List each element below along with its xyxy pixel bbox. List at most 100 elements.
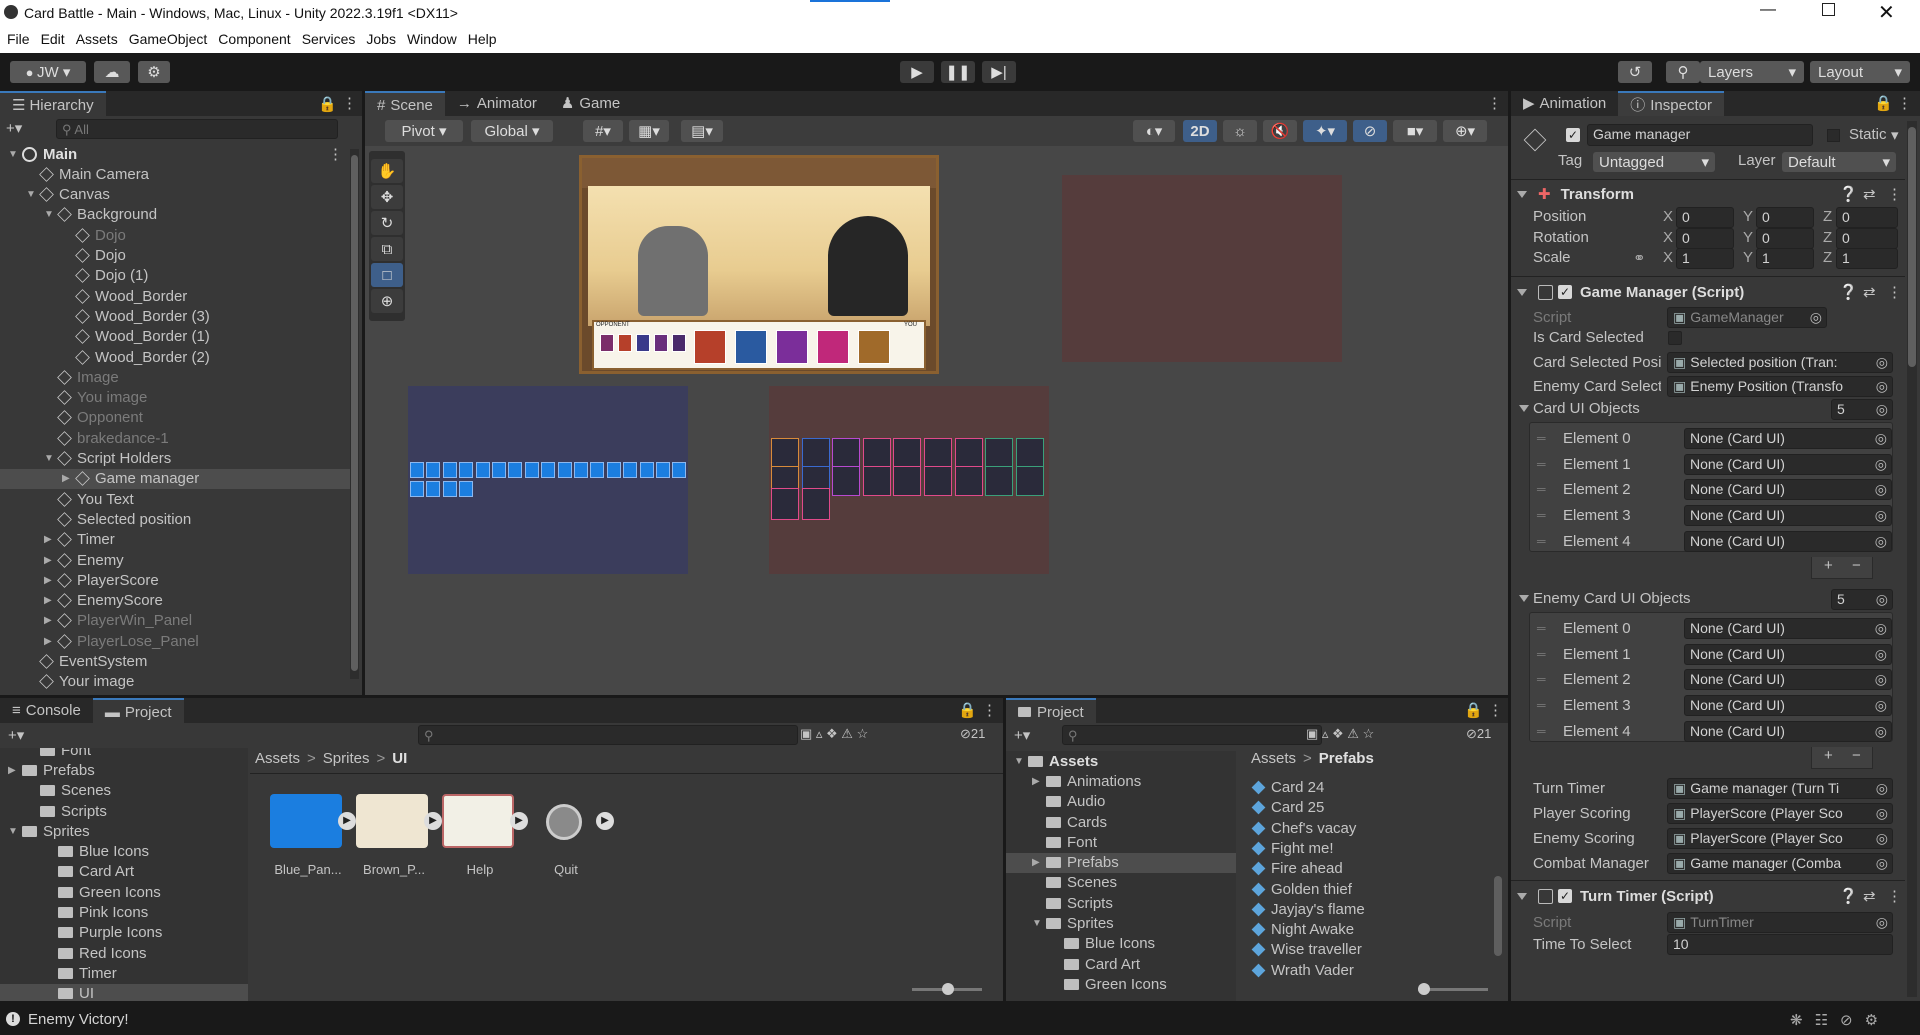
tab-scene[interactable]: # Scene	[365, 91, 445, 116]
presets-icon[interactable]: ⇄	[1863, 887, 1876, 905]
folder-item[interactable]: Font	[0, 748, 248, 760]
expand-arrow-icon[interactable]: ▶	[8, 765, 22, 776]
tab-project[interactable]: Project	[1006, 698, 1096, 723]
turn-timer-header[interactable]: ✓ Turn Timer (Script) ❔ ⇄ ⋮	[1517, 884, 1902, 908]
card-ui-objects-element-field[interactable]: None (Card UI) ◎	[1684, 530, 1892, 552]
object-picker-icon[interactable]: ◎	[1876, 377, 1888, 396]
object-picker-icon[interactable]: ◎	[1875, 670, 1887, 689]
drag-handle-icon[interactable]: ═	[1537, 508, 1546, 522]
effects-icon[interactable]: ✦▾	[1303, 120, 1347, 142]
hierarchy-item[interactable]: Wood_Border (1)	[0, 327, 350, 347]
hierarchy-item[interactable]: Dojo	[0, 246, 350, 266]
object-picker-icon[interactable]: ◎	[1875, 696, 1887, 715]
asset-tile[interactable]	[442, 794, 514, 848]
menu-item-gameobject[interactable]: GameObject	[129, 31, 208, 47]
enemy-card-ui-objects-element-field[interactable]: None (Card UI) ◎	[1684, 695, 1892, 717]
lock-icon[interactable]: 🔒	[318, 95, 337, 113]
grid-snap-icon[interactable]: #▾	[583, 120, 623, 142]
layer-dropdown[interactable]: Default ▾	[1782, 152, 1896, 172]
dojo-scene-image[interactable]: OPPONENT YOU	[579, 155, 939, 374]
prefab-scrollbar[interactable]	[1494, 876, 1502, 956]
expand-arrow-icon[interactable]: ▶	[44, 595, 58, 606]
folder-item[interactable]: Green Icons	[1006, 974, 1236, 994]
breadcrumb-item[interactable]: Sprites	[323, 750, 370, 767]
menu-item-component[interactable]: Component	[218, 31, 290, 47]
expand-sprite-icon[interactable]: ▶	[338, 812, 356, 830]
card-ui-objects-element-field[interactable]: None (Card UI) ◎	[1684, 505, 1892, 527]
prefab-item[interactable]: Wrath Vader	[1251, 962, 1354, 979]
kebab-menu-icon[interactable]: ⋮	[1488, 701, 1503, 719]
object-picker-icon[interactable]: ◎	[1876, 353, 1888, 372]
zoom-slider[interactable]	[1418, 983, 1488, 995]
object-picker-icon[interactable]: ◎	[1876, 590, 1888, 609]
minimize-icon[interactable]: —	[1760, 1, 1776, 19]
menu-item-window[interactable]: Window	[407, 31, 457, 47]
add-element-button[interactable]: +	[1824, 747, 1833, 764]
move-tool-icon[interactable]: ✥	[371, 185, 403, 209]
breadcrumb-item[interactable]: UI	[392, 750, 407, 767]
static-checkbox[interactable]	[1827, 129, 1840, 142]
menu-item-file[interactable]: File	[7, 31, 30, 47]
prefab-item[interactable]: Night Awake	[1251, 921, 1354, 938]
transform-header[interactable]: ✚ Transform ❔ ⇄ ⋮	[1517, 182, 1902, 206]
status-message[interactable]: Enemy Victory!	[28, 1011, 129, 1028]
static-dropdown-icon[interactable]: ▾	[1891, 126, 1899, 144]
folder-item[interactable]: Scripts	[0, 801, 248, 821]
expand-sprite-icon[interactable]: ▶	[510, 812, 528, 830]
inspector-scrollbar[interactable]	[1907, 121, 1917, 997]
card-ui-objects-element-field[interactable]: None (Card UI) ◎	[1684, 453, 1892, 475]
kebab-menu-icon[interactable]: ⋮	[342, 94, 357, 112]
hierarchy-item[interactable]: ▶ EnemyScore	[0, 591, 350, 611]
enemy-card-selected-field[interactable]: ▣ Enemy Position (Transfo ◎	[1667, 376, 1893, 397]
lock-icon[interactable]: 🔒	[958, 701, 977, 719]
folder-item[interactable]: Card Art	[0, 862, 248, 882]
menu-item-help[interactable]: Help	[468, 31, 497, 47]
hand-tool-icon[interactable]: ✋	[371, 159, 403, 183]
hierarchy-item[interactable]: EventSystem	[0, 652, 350, 672]
lighting-icon[interactable]: ☼	[1223, 120, 1257, 142]
pause-button[interactable]: ❚❚	[941, 61, 975, 83]
hierarchy-search-input[interactable]: ⚲ All	[56, 119, 338, 139]
foldout-arrow-icon[interactable]	[1519, 595, 1529, 602]
services-gear-icon[interactable]: ⚙	[138, 61, 170, 83]
folder-item[interactable]: Scenes	[1006, 873, 1236, 893]
scale-tool-icon[interactable]: ⧉	[371, 237, 403, 261]
folder-item[interactable]: ▶ Prefabs	[1006, 852, 1236, 873]
folder-item[interactable]: ▶ Animations	[1006, 771, 1236, 791]
expand-arrow-icon[interactable]: ▶	[44, 534, 58, 545]
account-dropdown[interactable]: ● JW ▾	[10, 61, 86, 83]
drag-handle-icon[interactable]: ═	[1537, 457, 1546, 471]
object-picker-icon[interactable]: ◎	[1876, 854, 1888, 873]
menu-item-services[interactable]: Services	[302, 31, 356, 47]
create-button[interactable]: +▾	[8, 726, 24, 744]
folder-item[interactable]: Blue Icons	[1006, 934, 1236, 954]
folder-item[interactable]: Red Icons	[0, 943, 248, 963]
cloud-icon[interactable]: ☁	[94, 61, 130, 83]
transform-position-x-field[interactable]: 0	[1676, 207, 1734, 228]
inspector-kebab-icon[interactable]: ⋮	[1897, 94, 1912, 112]
project-search-input[interactable]: ⚲	[1062, 725, 1322, 745]
foldout-arrow-icon[interactable]	[1519, 405, 1529, 412]
transform-position-y-field[interactable]: 0	[1756, 207, 1814, 228]
prefab-item[interactable]: Fight me!	[1251, 840, 1334, 857]
remove-element-button[interactable]: −	[1852, 747, 1861, 764]
pivot-dropdown[interactable]: Pivot ▾	[385, 120, 463, 142]
folder-item[interactable]: Card Art	[1006, 954, 1236, 974]
object-picker-icon[interactable]: ◎	[1875, 722, 1887, 741]
hidden-packages-count[interactable]: ⊘21	[1466, 726, 1491, 742]
remove-element-button[interactable]: −	[1852, 557, 1861, 574]
restore-icon[interactable]	[1822, 3, 1835, 16]
object-picker-icon[interactable]: ◎	[1810, 308, 1822, 327]
prefab-item[interactable]: Card 24	[1251, 779, 1324, 796]
asset-tile[interactable]	[270, 794, 342, 848]
enemy-card-ui-objects-element-field[interactable]: None (Card UI) ◎	[1684, 643, 1892, 665]
object-picker-icon[interactable]: ◎	[1875, 619, 1887, 638]
grid-visibility-icon[interactable]: ▦▾	[629, 120, 669, 142]
global-dropdown[interactable]: Global ▾	[471, 120, 553, 142]
drag-handle-icon[interactable]: ═	[1537, 647, 1546, 661]
play-button[interactable]: ▶	[900, 61, 934, 83]
drag-handle-icon[interactable]: ═	[1537, 698, 1546, 712]
ref-field-0[interactable]: ▣ Game manager (Turn Ti ◎	[1667, 778, 1893, 799]
object-picker-icon[interactable]: ◎	[1876, 913, 1888, 932]
prefab-item[interactable]: Fire ahead	[1251, 860, 1343, 877]
